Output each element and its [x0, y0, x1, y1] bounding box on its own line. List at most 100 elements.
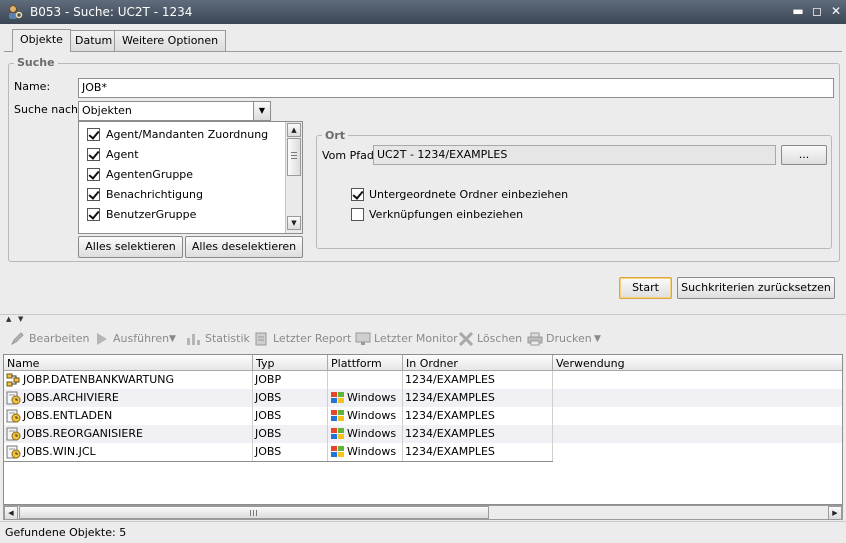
- table-row[interactable]: JOBS.ENTLADEN JOBS Windows 1234/EXAMPLES: [4, 407, 842, 425]
- cell-type: JOBS: [253, 407, 328, 425]
- column-header-type[interactable]: Typ: [253, 355, 328, 371]
- list-item[interactable]: Benachrichtigung: [79, 185, 285, 205]
- path-input[interactable]: UC2T - 1234/EXAMPLES: [373, 145, 776, 165]
- object-type-checkbox[interactable]: [87, 128, 100, 141]
- close-button[interactable]: ✕: [829, 4, 843, 18]
- cell-folder: 1234/EXAMPLES: [403, 443, 553, 461]
- tab-divider: [4, 51, 842, 52]
- object-type-label: Agent/Mandanten Zuordnung: [106, 128, 269, 141]
- job-icon: [6, 427, 21, 441]
- row-name: JOBS.REORGANISIERE: [23, 427, 143, 440]
- row-platform: Windows: [347, 409, 397, 422]
- last-monitor-label: Letzter Monitor: [374, 332, 458, 345]
- list-scrollbar[interactable]: ▲ ▼: [285, 122, 302, 233]
- column-header-folder[interactable]: In Ordner: [403, 355, 553, 371]
- name-input[interactable]: JOB*: [78, 78, 834, 98]
- list-item[interactable]: Agent/Mandanten Zuordnung: [79, 125, 285, 145]
- scroll-left-icon[interactable]: ◀: [4, 506, 18, 520]
- path-label: Vom Pfad:: [322, 149, 378, 162]
- include-subfolders-label: Untergeordnete Ordner einbeziehen: [369, 188, 569, 201]
- cell-folder: 1234/EXAMPLES: [403, 371, 553, 389]
- search-for-value: Objekten: [82, 104, 132, 117]
- last-report-button[interactable]: Letzter Report: [254, 332, 351, 348]
- statistics-label: Statistik: [205, 332, 250, 345]
- object-type-label: BenutzerGruppe: [106, 208, 197, 221]
- statistics-button[interactable]: Statistik: [186, 332, 250, 348]
- cell-usage: [553, 407, 842, 425]
- object-type-checkbox[interactable]: [87, 188, 100, 201]
- job-icon: [6, 409, 21, 423]
- include-links-label: Verknüpfungen einbeziehen: [369, 208, 524, 221]
- tab-datum[interactable]: Datum: [67, 30, 121, 51]
- object-type-checkbox[interactable]: [87, 148, 100, 161]
- tab-weitere-optionen[interactable]: Weitere Optionen: [114, 30, 227, 51]
- collapse-up-icon[interactable]: ▲: [6, 315, 11, 323]
- monitor-icon: [355, 332, 371, 345]
- object-type-label: Agent: [106, 148, 139, 161]
- title-bar: B053 - Suche: UC2T - 1234 ▬ ◻ ✕: [0, 0, 846, 24]
- maximize-button[interactable]: ◻: [810, 4, 824, 18]
- scroll-down-icon[interactable]: ▼: [287, 216, 301, 230]
- collapse-down-icon[interactable]: ▼: [18, 315, 23, 323]
- results-toolbar: Bearbeiten Ausführen ▼ Statistik Letzter…: [0, 327, 846, 353]
- search-person-icon: [9, 5, 23, 19]
- list-item[interactable]: BenutzerGruppe: [79, 205, 285, 225]
- scroll-right-icon[interactable]: ▶: [828, 506, 842, 520]
- table-row[interactable]: JOBS.REORGANISIERE JOBS Windows 1234/EXA…: [4, 425, 842, 443]
- execute-button[interactable]: Ausführen: [94, 332, 169, 348]
- delete-x-icon: [458, 332, 474, 346]
- object-type-list[interactable]: Agent/Mandanten Zuordnung Agent AgentenG…: [78, 121, 303, 234]
- cell-folder: 1234/EXAMPLES: [403, 407, 553, 425]
- status-bar: Gefundene Objekte: 5: [0, 521, 846, 543]
- hscroll-thumb[interactable]: [19, 506, 489, 519]
- object-type-checkbox[interactable]: [87, 168, 100, 181]
- cell-platform: Windows: [328, 407, 403, 425]
- object-type-label: Benachrichtigung: [106, 188, 203, 201]
- bar-chart-icon: [187, 334, 200, 345]
- cell-name: JOBS.ENTLADEN: [4, 407, 253, 425]
- reset-criteria-button[interactable]: Suchkriterien zurücksetzen: [677, 277, 835, 299]
- print-dropdown-icon[interactable]: ▼: [594, 334, 601, 350]
- list-scroll-thumb[interactable]: [287, 138, 301, 176]
- row-platform: Windows: [347, 445, 397, 458]
- column-header-platform[interactable]: Plattform: [328, 355, 403, 371]
- include-subfolders-checkbox[interactable]: [351, 188, 364, 201]
- print-button[interactable]: Drucken: [527, 332, 592, 348]
- cell-usage: [553, 371, 842, 389]
- table-row[interactable]: JOBP.DATENBANKWARTUNG JOBP 1234/EXAMPLES: [4, 371, 842, 389]
- cell-name: JOBS.WIN.JCL: [4, 443, 253, 461]
- results-table[interactable]: Name Typ Plattform In Ordner Verwendung …: [3, 354, 843, 505]
- table-row[interactable]: JOBS.ARCHIVIERE JOBS Windows 1234/EXAMPL…: [4, 389, 842, 407]
- cell-name: JOBP.DATENBANKWARTUNG: [4, 371, 253, 389]
- table-row[interactable]: JOBS.WIN.JCL JOBS Windows 1234/EXAMPLES: [4, 443, 842, 461]
- object-type-checkbox[interactable]: [87, 208, 100, 221]
- select-all-button[interactable]: Alles selektieren: [78, 236, 183, 258]
- delete-button[interactable]: Löschen: [458, 332, 522, 348]
- location-group-legend: Ort: [322, 129, 349, 142]
- row-name: JOBS.WIN.JCL: [23, 445, 96, 458]
- chevron-down-icon[interactable]: ▼: [253, 102, 270, 120]
- include-links-checkbox[interactable]: [351, 208, 364, 221]
- deselect-all-button[interactable]: Alles deselektieren: [185, 236, 303, 258]
- edit-button[interactable]: Bearbeiten: [10, 332, 89, 348]
- list-item[interactable]: AgentenGruppe: [79, 165, 285, 185]
- execute-label: Ausführen: [113, 332, 170, 345]
- search-for-select[interactable]: Objekten ▼: [78, 101, 271, 121]
- job-icon: [6, 445, 21, 459]
- pane-splitter[interactable]: ▲ ▼: [0, 314, 846, 326]
- results-hscrollbar[interactable]: ◀ ▶: [3, 505, 843, 520]
- column-header-usage[interactable]: Verwendung: [553, 355, 842, 371]
- edit-label: Bearbeiten: [29, 332, 90, 345]
- cell-usage: [553, 443, 842, 461]
- list-item[interactable]: Agent: [79, 145, 285, 165]
- delete-label: Löschen: [477, 332, 523, 345]
- execute-dropdown-icon[interactable]: ▼: [169, 334, 176, 350]
- last-monitor-button[interactable]: Letzter Monitor: [355, 332, 458, 348]
- scroll-up-icon[interactable]: ▲: [287, 123, 301, 137]
- start-button[interactable]: Start: [619, 277, 672, 299]
- tab-objekte[interactable]: Objekte: [12, 29, 71, 52]
- workflow-icon: [6, 373, 20, 387]
- browse-path-button[interactable]: ...: [781, 145, 827, 165]
- minimize-button[interactable]: ▬: [791, 4, 805, 18]
- column-header-name[interactable]: Name: [4, 355, 253, 371]
